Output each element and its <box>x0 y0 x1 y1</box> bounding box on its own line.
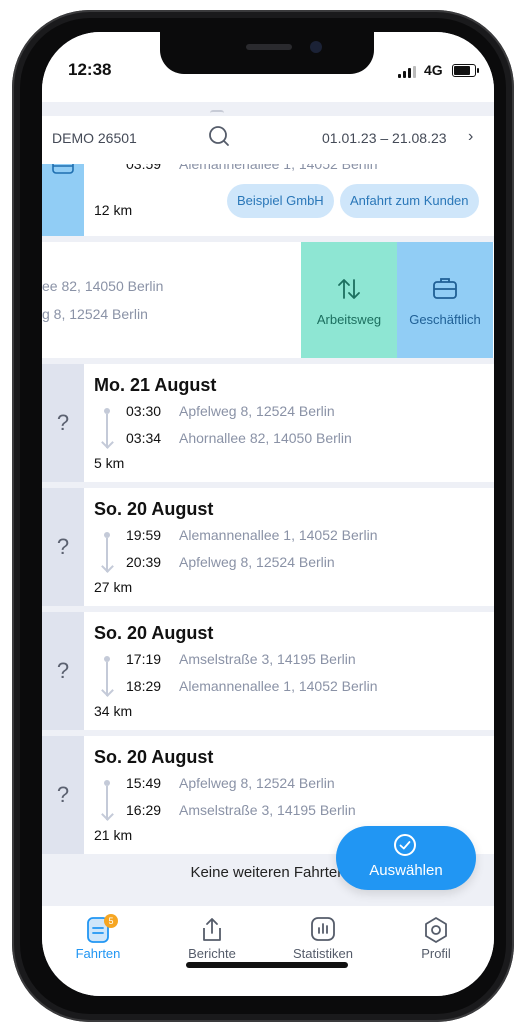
business-action-label: Geschäftlich <box>409 312 481 327</box>
notch <box>160 32 374 74</box>
unclassified-indicator[interactable]: ? <box>42 612 84 730</box>
trip-card-swiped[interactable]: ee 82, 14050 Berlin g 8, 12524 Berlin Ar… <box>42 242 494 358</box>
signal-icon <box>398 66 418 78</box>
status-question: ? <box>56 658 70 683</box>
trip-start-address: ee 82, 14050 Berlin <box>42 278 164 294</box>
trip-distance: 27 km <box>94 579 133 595</box>
end-time: 16:29 <box>126 802 162 818</box>
start-time: 15:49 <box>126 775 162 791</box>
trip-card[interactable]: ? So. 20 August 17:19 Amselstraße 3, 1419… <box>42 612 494 730</box>
tab-label: Profil <box>421 946 451 961</box>
end-time: 20:39 <box>126 554 162 570</box>
trips-count-badge: 5 <box>104 914 118 928</box>
tab-bar: 5 Fahrten Berichte Statistiken Profil <box>42 906 494 996</box>
chevron-right-icon[interactable]: › <box>468 128 473 146</box>
commute-action-button[interactable]: Arbeitsweg <box>301 242 397 358</box>
tag-company[interactable]: Beispiel GmbH <box>227 184 334 218</box>
trip-distance: 34 km <box>94 703 133 719</box>
swap-vertical-icon <box>338 279 360 299</box>
select-button-label: Auswählen <box>369 862 443 879</box>
bar-chart-icon <box>311 917 335 941</box>
trip-distance: 12 km <box>94 202 133 218</box>
tab-statistiken[interactable]: Statistiken <box>273 916 373 961</box>
home-indicator[interactable] <box>186 962 348 968</box>
camera <box>310 41 322 53</box>
tab-fahrten[interactable]: 5 Fahrten <box>48 914 148 961</box>
trip-address: Alemannenallee 1, 14052 Berlin <box>179 164 378 172</box>
trip-distance: 5 km <box>94 455 125 471</box>
select-button[interactable]: Auswählen <box>336 826 476 890</box>
end-address: Apfelweg 8, 12524 Berlin <box>179 554 335 570</box>
trip-card[interactable]: ? Mo. 21 August 03:30 Apfelweg 8, 12524 B… <box>42 364 494 482</box>
unclassified-indicator[interactable]: ? <box>42 488 84 606</box>
commute-action-label: Arbeitsweg <box>316 312 382 327</box>
pull-indicator <box>210 110 224 116</box>
status-question: ? <box>56 410 70 435</box>
business-indicator <box>42 164 84 236</box>
trip-date: So. 20 August <box>94 747 214 767</box>
trip-time: 03:59 <box>126 164 162 172</box>
trip-date: Mo. 21 August <box>94 375 217 395</box>
start-address: Apfelweg 8, 12524 Berlin <box>179 403 335 419</box>
start-address: Alemannenallee 1, 14052 Berlin <box>179 527 378 543</box>
status-time: 12:38 <box>68 60 112 79</box>
date-range[interactable]: 01.01.23 – 21.08.23 <box>322 130 447 146</box>
hexagon-icon <box>425 917 447 943</box>
network-label: 4G <box>424 62 443 78</box>
battery-icon <box>452 64 479 77</box>
trip-card[interactable]: ? So. 20 August 19:59 Alemannenallee 1, 1… <box>42 488 494 606</box>
filter-header: DEMO 26501 01.01.23 – 21.08.23 › <box>42 116 494 164</box>
trip-date: So. 20 August <box>94 499 214 519</box>
trip-card-partial[interactable]: 03:59 Alemannenallee 1, 14052 Berlin 12 … <box>42 164 494 236</box>
search-icon[interactable] <box>208 125 230 147</box>
tab-label: Statistiken <box>293 946 353 961</box>
speaker <box>246 44 292 50</box>
tag-purpose[interactable]: Anfahrt zum Kunden <box>340 184 479 218</box>
end-address: Alemannenallee 1, 14052 Berlin <box>179 678 378 694</box>
tab-label: Berichte <box>188 946 236 961</box>
end-time: 03:34 <box>126 430 162 446</box>
end-address: Ahornallee 82, 14050 Berlin <box>179 430 352 446</box>
trip-end-address: g 8, 12524 Berlin <box>42 306 148 322</box>
share-icon <box>203 918 221 941</box>
tab-berichte[interactable]: Berichte <box>162 916 262 961</box>
vehicle-selector[interactable]: DEMO 26501 <box>52 130 137 146</box>
briefcase-icon <box>433 278 457 299</box>
start-address: Amselstraße 3, 14195 Berlin <box>179 651 356 667</box>
unclassified-indicator[interactable]: ? <box>42 364 84 482</box>
end-address: Amselstraße 3, 14195 Berlin <box>179 802 356 818</box>
unclassified-indicator[interactable]: ? <box>42 736 84 854</box>
trip-list[interactable]: 03:59 Alemannenallee 1, 14052 Berlin 12 … <box>42 164 494 906</box>
status-question: ? <box>56 534 70 559</box>
tab-label: Fahrten <box>75 946 121 961</box>
start-address: Apfelweg 8, 12524 Berlin <box>179 775 335 791</box>
start-time: 17:19 <box>126 651 162 667</box>
start-time: 03:30 <box>126 403 162 419</box>
check-circle-icon <box>394 834 416 856</box>
end-time: 18:29 <box>126 678 162 694</box>
start-time: 19:59 <box>126 527 162 543</box>
business-action-button[interactable]: Geschäftlich <box>397 242 493 358</box>
app-screen: 12:38 4G DEMO 26501 01.01.23 – 21.08.23 … <box>42 32 494 996</box>
briefcase-icon <box>52 164 74 174</box>
tab-profil[interactable]: Profil <box>386 916 486 961</box>
trip-date: So. 20 August <box>94 623 214 643</box>
status-question: ? <box>56 782 70 807</box>
